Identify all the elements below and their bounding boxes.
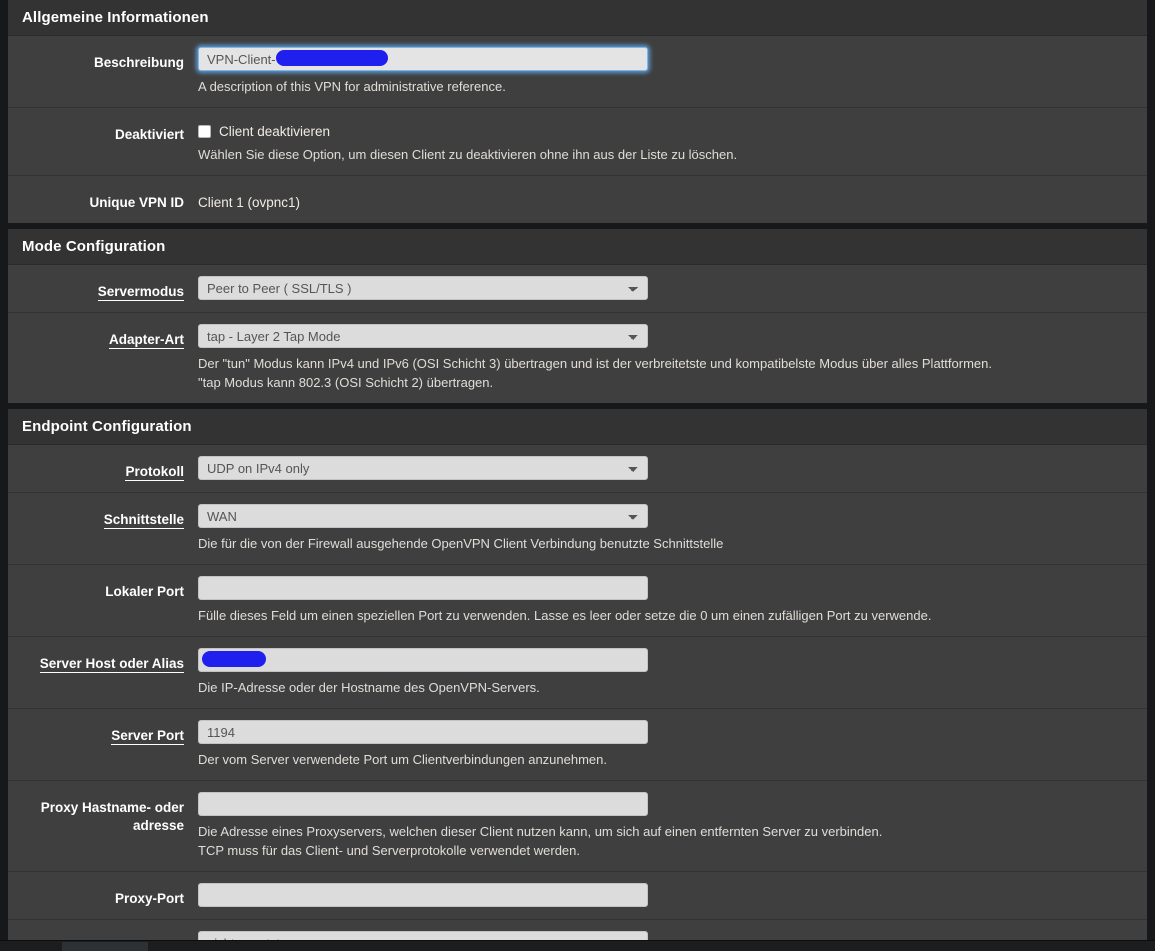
- input-wrap-proxy-hastname-oder-adresse: [198, 792, 648, 816]
- input-wrap-proxy-port: [198, 883, 648, 907]
- select-servermodus[interactable]: Peer to Peer ( SSL/TLS ): [198, 276, 648, 300]
- help-text-schnittstelle-0: Die für die von der Firewall ausgehende …: [198, 536, 724, 551]
- form-row-lokaler-port: Lokaler Port Fülle dieses Feld um einen s…: [8, 565, 1147, 637]
- select-wrap-schnittstelle: WAN: [198, 504, 648, 528]
- input-wrap-server-port: [198, 720, 648, 744]
- input-wrap-server-host-oder-alias: [198, 648, 648, 672]
- field-label-link-server-port[interactable]: Server Port: [111, 728, 184, 745]
- field-label-unique-vpn-id: Unique VPN ID: [89, 195, 184, 210]
- help-text-adapter-art-1: "tap Modus kann 802.3 (OSI Schicht 2) üb…: [198, 375, 494, 390]
- field-label-schnittstelle[interactable]: Schnittstelle: [8, 504, 198, 529]
- input-wrap-beschreibung: [198, 47, 648, 71]
- help-text-lokaler-port-0: Fülle dieses Feld um einen speziellen Po…: [198, 608, 932, 623]
- input-server-host-oder-alias[interactable]: [198, 648, 648, 672]
- panel-endpoint-configuration: Endpoint Configuration Protokoll UDP on IP…: [8, 409, 1147, 951]
- help-text-beschreibung-0: A description of this VPN for administra…: [198, 79, 506, 94]
- panel-heading-mode-configuration: Mode Configuration: [8, 229, 1147, 265]
- input-server-port[interactable]: [198, 720, 648, 744]
- field-control-wrap-schnittstelle: WAN Die für die von der Firewall ausgehen…: [198, 504, 1147, 553]
- help-text-server-port-0: Der vom Server verwendete Port um Client…: [198, 752, 607, 767]
- field-control-wrap-lokaler-port: Fülle dieses Feld um einen speziellen Po…: [198, 576, 1147, 625]
- panel-mode-configuration: Mode Configuration Servermodus Peer to Pee…: [8, 229, 1147, 403]
- input-beschreibung[interactable]: [198, 47, 648, 71]
- select-wrap-servermodus: Peer to Peer ( SSL/TLS ): [198, 276, 648, 300]
- select-schnittstelle[interactable]: WAN: [198, 504, 648, 528]
- field-control-wrap-beschreibung: A description of this VPN for administra…: [198, 47, 1147, 96]
- form-row-server-host-oder-alias: Server Host oder Alias Die IP-Adresse ode…: [8, 637, 1147, 709]
- form-row-deaktiviert: Deaktiviert Client deaktivieren Wählen Sie…: [8, 108, 1147, 176]
- field-label-proxy-port: Proxy-Port: [114, 891, 184, 906]
- select-wrap-adapter-art: tap - Layer 2 Tap Mode: [198, 324, 648, 348]
- form-row-schnittstelle: Schnittstelle WAN Die für die von der Fire…: [8, 493, 1147, 565]
- form-row-adapter-art: Adapter-Art tap - Layer 2 Tap Mode Der "tu…: [8, 313, 1147, 403]
- panel-heading-allgemeine-informationen: Allgemeine Informationen: [8, 0, 1147, 36]
- field-control-wrap-deaktiviert: Client deaktivieren Wählen Sie diese Opti…: [198, 119, 1147, 164]
- field-label-proxy-hastname-oder-adresse: Proxy Hastname- oder adresse: [40, 800, 184, 833]
- panel-allgemeine-informationen: Allgemeine Informationen Beschreibung A de…: [8, 0, 1147, 223]
- form-row-server-port: Server Port Der vom Server verwendete Por…: [8, 709, 1147, 781]
- help-text-deaktiviert-0: Wählen Sie diese Option, um diesen Clien…: [198, 147, 738, 162]
- form-row-unique-vpn-id: Unique VPN ID Client 1 (ovpnc1): [8, 176, 1147, 223]
- field-control-wrap-proxy-hastname-oder-adresse: Die Adresse eines Proxyservers, welchen …: [198, 792, 1147, 860]
- form-row-proxy-hastname-oder-adresse: Proxy Hastname- oder adresse Die Adresse …: [8, 781, 1147, 872]
- input-proxy-hastname-oder-adresse[interactable]: [198, 792, 648, 816]
- field-label-servermodus[interactable]: Servermodus: [8, 276, 198, 301]
- field-control-wrap-server-host-oder-alias: Die IP-Adresse oder der Hostname des Ope…: [198, 648, 1147, 697]
- field-control-wrap-servermodus: Peer to Peer ( SSL/TLS ): [198, 276, 1147, 300]
- panel-body-allgemeine-informationen: Beschreibung A description of this VPN fo…: [8, 36, 1147, 223]
- help-text-proxy-hastname-oder-adresse-1: TCP muss für das Client- und Serverproto…: [198, 843, 580, 858]
- field-label-protokoll[interactable]: Protokoll: [8, 456, 198, 481]
- field-label-link-schnittstelle[interactable]: Schnittstelle: [103, 512, 184, 529]
- select-protokoll[interactable]: UDP on IPv4 only: [198, 456, 648, 480]
- field-label-server-host-oder-alias[interactable]: Server Host oder Alias: [8, 648, 198, 673]
- form-row-servermodus: Servermodus Peer to Peer ( SSL/TLS ): [8, 265, 1147, 313]
- field-label-adapter-art[interactable]: Adapter-Art: [8, 324, 198, 349]
- select-wrap-protokoll: UDP on IPv4 only: [198, 456, 648, 480]
- form-row-proxy-port: Proxy-Port: [8, 872, 1147, 920]
- desktop-taskbar[interactable]: [0, 940, 1155, 951]
- field-label-link-servermodus[interactable]: Servermodus: [97, 284, 184, 301]
- panel-body-mode-configuration: Servermodus Peer to Peer ( SSL/TLS ) Adapt…: [8, 265, 1147, 403]
- input-proxy-port[interactable]: [198, 883, 648, 907]
- form-row-beschreibung: Beschreibung A description of this VPN fo…: [8, 36, 1147, 108]
- field-label-link-adapter-art[interactable]: Adapter-Art: [108, 332, 184, 349]
- checkbox-icon-deaktiviert[interactable]: [198, 125, 211, 138]
- help-text-proxy-hastname-oder-adresse-0: Die Adresse eines Proxyservers, welchen …: [198, 824, 883, 839]
- field-label-server-port[interactable]: Server Port: [8, 720, 198, 745]
- checkbox-label-deaktiviert[interactable]: Client deaktivieren: [219, 124, 330, 139]
- settings-sections: Allgemeine Informationen Beschreibung A de…: [0, 0, 1155, 951]
- field-label-link-protokoll[interactable]: Protokoll: [125, 464, 184, 481]
- field-control-wrap-adapter-art: tap - Layer 2 Tap Mode Der "tun" Modus ka…: [198, 324, 1147, 392]
- field-control-wrap-unique-vpn-id: Client 1 (ovpnc1): [198, 187, 1147, 212]
- openvpn-client-settings-page: Allgemeine Informationen Beschreibung A de…: [0, 0, 1155, 951]
- field-control-wrap-proxy-port: [198, 883, 1147, 907]
- panel-body-endpoint-configuration: Protokoll UDP on IPv4 only Schnittstelle WA…: [8, 445, 1147, 951]
- field-label-deaktiviert: Deaktiviert: [114, 127, 184, 142]
- checkbox-row-deaktiviert[interactable]: Client deaktivieren: [198, 119, 1147, 139]
- field-control-wrap-server-port: Der vom Server verwendete Port um Client…: [198, 720, 1147, 769]
- panel-heading-endpoint-configuration: Endpoint Configuration: [8, 409, 1147, 445]
- help-text-server-host-oder-alias-0: Die IP-Adresse oder der Hostname des Ope…: [198, 680, 540, 695]
- field-label-link-server-host-oder-alias[interactable]: Server Host oder Alias: [39, 656, 184, 673]
- help-text-adapter-art-0: Der "tun" Modus kann IPv4 und IPv6 (OSI …: [198, 356, 992, 371]
- input-wrap-lokaler-port: [198, 576, 648, 600]
- field-control-wrap-protokoll: UDP on IPv4 only: [198, 456, 1147, 480]
- field-label-lokaler-port: Lokaler Port: [105, 584, 184, 599]
- select-adapter-art[interactable]: tap - Layer 2 Tap Mode: [198, 324, 648, 348]
- static-value-unique-vpn-id: Client 1 (ovpnc1): [198, 195, 301, 210]
- taskbar-window-chip[interactable]: [62, 942, 148, 951]
- form-row-protokoll: Protokoll UDP on IPv4 only: [8, 445, 1147, 493]
- input-lokaler-port[interactable]: [198, 576, 648, 600]
- field-label-beschreibung: Beschreibung: [93, 55, 184, 70]
